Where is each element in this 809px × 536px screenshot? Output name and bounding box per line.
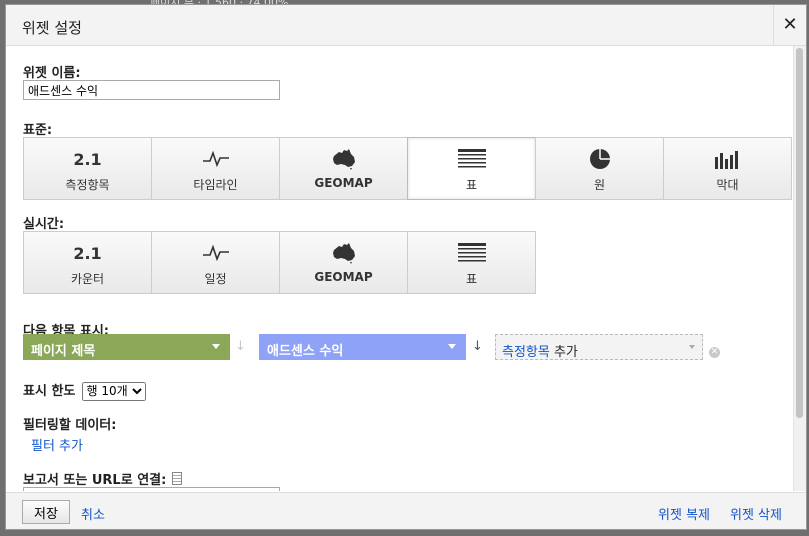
viz-option-table[interactable]: 표: [407, 137, 536, 200]
bar-chart-icon: [664, 148, 791, 170]
widget-name-input[interactable]: [23, 80, 280, 100]
scrollbar-thumb[interactable]: [796, 48, 803, 418]
viz-option-timeline[interactable]: 타임라인: [151, 137, 280, 200]
viz-option-label: 막대: [716, 178, 739, 192]
clone-widget-link[interactable]: 위젯 복제: [658, 504, 710, 523]
add-filter-link[interactable]: 필터 추가: [31, 435, 83, 454]
chevron-down-icon: [212, 344, 220, 349]
viz-option-geomap[interactable]: GEOMAP: [279, 137, 408, 200]
rt-option-counter[interactable]: 2.1 카운터: [23, 231, 152, 294]
viz-option-label: 일정: [204, 272, 227, 286]
viz-option-label: GEOMAP: [314, 270, 373, 284]
metric-value-icon: 2.1: [73, 149, 102, 169]
limit-select[interactable]: 행 10개: [81, 381, 146, 401]
table-icon: [408, 148, 535, 170]
timeline-icon: [152, 148, 279, 170]
dialog-footer: 저장 취소 위젯 복제 위젯 삭제: [6, 492, 806, 529]
viz-option-bar[interactable]: 막대: [663, 137, 792, 200]
arrow-down-icon: ↓: [472, 339, 483, 354]
add-metric-suffix: 추가: [549, 345, 578, 360]
limit-label: 표시 한도: [23, 384, 76, 399]
viz-option-pie[interactable]: 원: [535, 137, 664, 200]
rt-option-geomap[interactable]: GEOMAP: [279, 231, 408, 294]
viz-option-label: 표: [465, 272, 478, 286]
viz-option-label: 카운터: [70, 272, 105, 286]
pie-icon: [536, 148, 663, 170]
arrow-down-icon: ↓: [235, 339, 246, 354]
close-icon[interactable]: ✕: [773, 5, 806, 45]
viz-option-metric[interactable]: 2.1 측정항목: [23, 137, 152, 200]
table-icon: [408, 242, 535, 264]
standard-label: 표준:: [23, 123, 53, 138]
rt-option-table[interactable]: 표: [407, 231, 536, 294]
dimension-value: 페이지 제목: [31, 344, 96, 359]
viz-option-label: 타임라인: [193, 178, 238, 192]
link-report-row: 보고서 또는 URL로 연결:: [23, 469, 183, 488]
timeline-icon: [152, 242, 279, 264]
australia-map-icon: [280, 242, 407, 264]
realtime-label: 실시간:: [23, 217, 65, 232]
document-icon: [172, 472, 183, 485]
rt-option-timeline[interactable]: 일정: [151, 231, 280, 294]
filter-label: 필터링할 데이터:: [23, 418, 117, 433]
add-metric-link[interactable]: 측정항목: [502, 345, 550, 360]
cancel-link[interactable]: 취소: [81, 504, 105, 523]
dialog-title: 위젯 설정: [22, 19, 82, 37]
dialog-titlebar: 위젯 설정 ✕: [6, 5, 806, 46]
realtime-viz-options: 2.1 카운터 일정 GEOMAP 표: [23, 231, 536, 294]
delete-widget-link[interactable]: 위젯 삭제: [730, 504, 782, 523]
widget-name-label: 위젯 이름:: [23, 66, 81, 81]
dialog-body: 위젯 이름: 표준: 2.1 측정항목 타임라인 GEOMAP: [6, 46, 806, 491]
remove-metric-icon[interactable]: ✕: [709, 347, 720, 358]
standard-viz-options: 2.1 측정항목 타임라인 GEOMAP 표 원 막대: [23, 137, 792, 200]
counter-value-icon: 2.1: [73, 243, 102, 263]
dimension-dropdown[interactable]: 페이지 제목: [23, 334, 230, 360]
viz-option-label: GEOMAP: [314, 176, 373, 190]
metric-value: 애드센스 수익: [267, 344, 344, 359]
link-report-label: 보고서 또는 URL로 연결:: [23, 473, 167, 488]
australia-map-icon: [280, 148, 407, 170]
dialog-scrollbar[interactable]: [793, 46, 806, 491]
widget-settings-dialog: 위젯 설정 ✕ 위젯 이름: 표준: 2.1 측정항목 타임라인 GEOMAP: [5, 4, 807, 530]
viz-option-label: 표: [465, 178, 478, 192]
chevron-down-icon: [448, 344, 456, 349]
add-metric-dropdown[interactable]: 측정항목 추가: [495, 334, 703, 360]
chevron-down-icon: [689, 345, 695, 349]
save-button[interactable]: 저장: [22, 500, 70, 524]
metric-dropdown[interactable]: 애드센스 수익: [259, 334, 466, 360]
link-url-input[interactable]: [23, 487, 280, 491]
viz-option-label: 측정항목: [65, 178, 110, 192]
limit-row: 표시 한도 행 10개: [23, 380, 146, 401]
viz-option-label: 원: [593, 178, 606, 192]
